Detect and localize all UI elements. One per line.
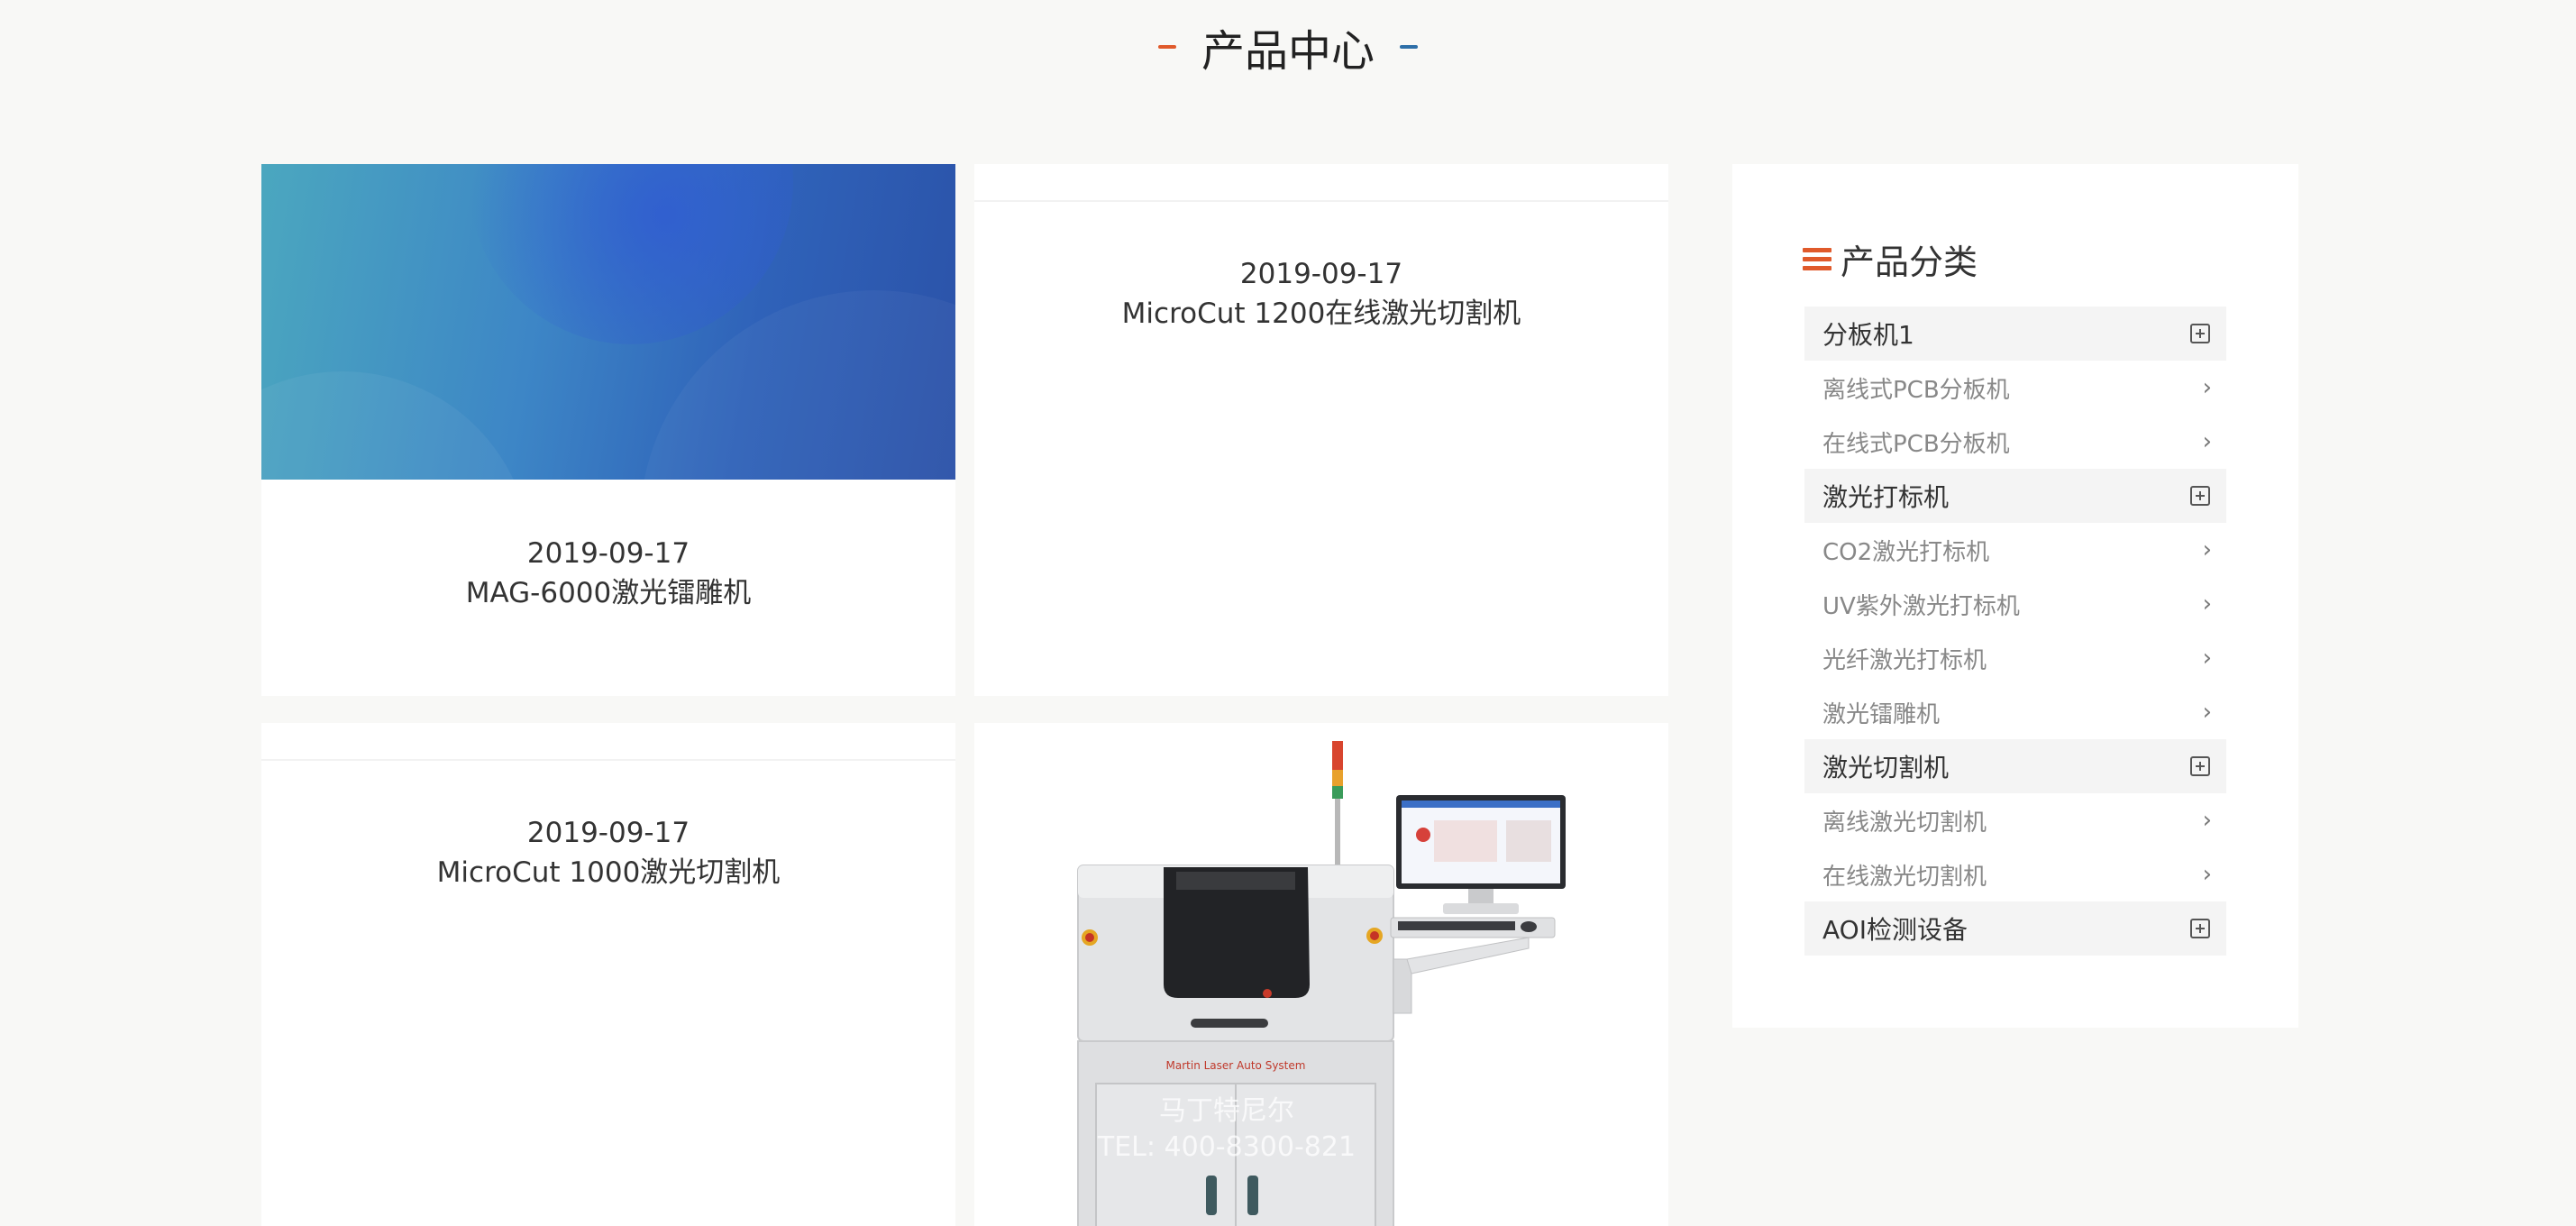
category-item-label: 离线激光切割机 <box>1822 809 1987 837</box>
category-item[interactable]: UV紫外激光打标机 › <box>1804 577 2226 631</box>
category-item[interactable]: 激光镭雕机 › <box>1804 685 2226 739</box>
card-divider <box>974 200 1668 202</box>
chevron-right-icon: › <box>2202 645 2212 672</box>
chevron-right-icon: › <box>2202 536 2212 563</box>
category-group-label: AOI检测设备 <box>1822 915 1968 945</box>
category-group-label: 分板机1 <box>1822 320 1914 350</box>
product-name[interactable]: MicroCut 1000激光切割机 <box>261 853 955 892</box>
category-item-label: 在线式PCB分板机 <box>1822 430 2010 458</box>
category-item-label: 光纤激光打标机 <box>1822 646 1987 674</box>
product-card-microcut-1000[interactable]: 2019-09-17 MicroCut 1000激光切割机 <box>261 723 955 1226</box>
category-group-aoi[interactable]: AOI检测设备 <box>1804 901 2226 956</box>
chevron-right-icon: › <box>2202 807 2212 834</box>
section-title: 产品中心 <box>0 13 2576 81</box>
product-banner-image <box>261 164 955 480</box>
category-group-cutting[interactable]: 激光切割机 <box>1804 739 2226 793</box>
product-card-mag-6000[interactable]: 2019-09-17 MAG-6000激光镭雕机 <box>261 164 955 696</box>
category-sidebar: 产品分类 分板机1 离线式PCB分板机 › 在线式PCB分板机 › 激光打标机 … <box>1732 164 2298 1028</box>
chevron-right-icon: › <box>2202 428 2212 455</box>
page-title-text: 产品中心 <box>1201 26 1375 77</box>
category-list: 分板机1 离线式PCB分板机 › 在线式PCB分板机 › 激光打标机 CO2激光… <box>1804 306 2226 956</box>
category-group-label: 激光打标机 <box>1822 482 1950 512</box>
expand-plus-icon[interactable] <box>2190 486 2210 506</box>
expand-plus-icon[interactable] <box>2190 756 2210 776</box>
category-item-label: 激光镭雕机 <box>1822 700 1941 728</box>
product-name[interactable]: MicroCut 1200在线激光切割机 <box>974 294 1668 334</box>
title-dash-left <box>1157 45 1176 49</box>
expand-plus-icon[interactable] <box>2190 919 2210 938</box>
laser-machine-image: Martin Laser Auto System 马丁特尼尔 TEL: 400-… <box>1077 741 1566 1226</box>
product-date: 2019-09-17 <box>526 537 690 570</box>
product-date: 2019-09-17 <box>526 817 690 849</box>
category-item[interactable]: 离线式PCB分板机 › <box>1804 361 2226 415</box>
sidebar-title: 产品分类 <box>1841 242 1978 282</box>
sidebar-header: 产品分类 <box>1803 236 1978 282</box>
machine-brand-label: Martin Laser Auto System <box>1166 1059 1306 1072</box>
chevron-right-icon: › <box>2202 861 2212 888</box>
chevron-right-icon: › <box>2202 590 2212 618</box>
category-group-marking[interactable]: 激光打标机 <box>1804 469 2226 523</box>
category-item[interactable]: CO2激光打标机 › <box>1804 523 2226 577</box>
title-dash-right <box>1400 45 1418 49</box>
watermark-name: 马丁特尼尔 <box>1159 1095 1294 1127</box>
category-item[interactable]: 离线激光切割机 › <box>1804 793 2226 847</box>
category-item-label: CO2激光打标机 <box>1822 538 1990 566</box>
category-group-fenbanji[interactable]: 分板机1 <box>1804 306 2226 361</box>
product-date: 2019-09-17 <box>1239 258 1403 290</box>
category-item-label: 离线式PCB分板机 <box>1822 376 2010 404</box>
category-group-label: 激光切割机 <box>1822 753 1950 782</box>
product-card-machine-image[interactable]: Martin Laser Auto System 马丁特尼尔 TEL: 400-… <box>974 723 1668 1226</box>
card-divider <box>261 759 955 761</box>
category-item-label: UV紫外激光打标机 <box>1822 592 2020 620</box>
menu-icon <box>1803 247 1832 270</box>
product-card-microcut-1200[interactable]: 2019-09-17 MicroCut 1200在线激光切割机 <box>974 164 1668 696</box>
category-item[interactable]: 在线激光切割机 › <box>1804 847 2226 901</box>
chevron-right-icon: › <box>2202 374 2212 401</box>
expand-plus-icon[interactable] <box>2190 324 2210 343</box>
category-item-label: 在线激光切割机 <box>1822 863 1987 891</box>
category-item[interactable]: 在线式PCB分板机 › <box>1804 415 2226 469</box>
chevron-right-icon: › <box>2202 699 2212 726</box>
watermark-tel: TEL: 400-8300-821 <box>1097 1131 1356 1163</box>
product-name[interactable]: MAG-6000激光镭雕机 <box>261 573 955 613</box>
category-item[interactable]: 光纤激光打标机 › <box>1804 631 2226 685</box>
